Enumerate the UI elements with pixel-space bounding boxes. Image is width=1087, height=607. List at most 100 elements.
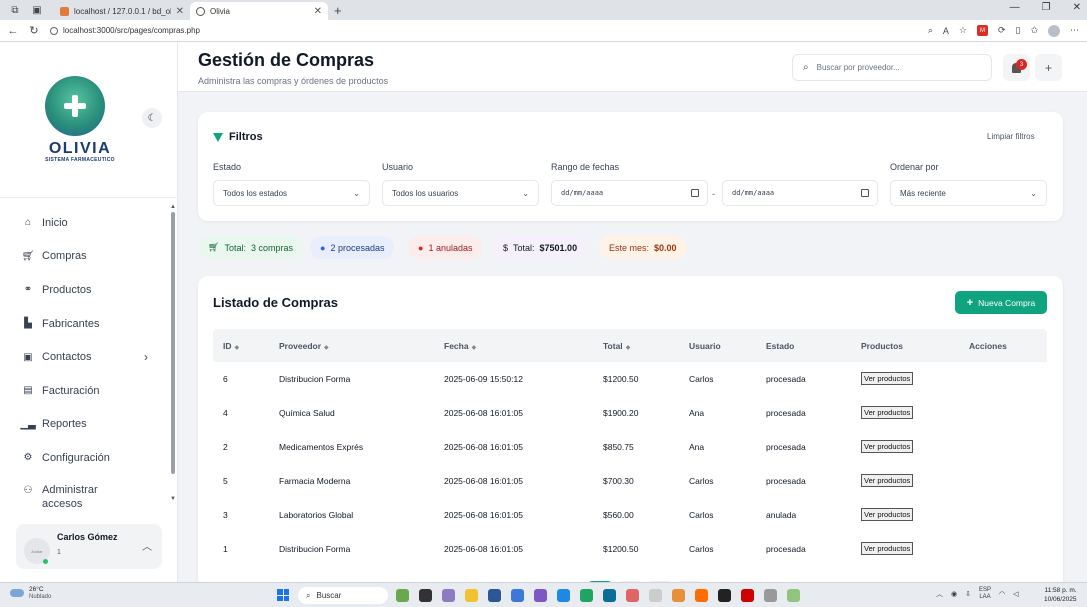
- search-input[interactable]: [816, 63, 977, 72]
- taskbar-search[interactable]: ⌕ Buscar: [298, 587, 388, 604]
- close-tab-icon[interactable]: ✕: [176, 6, 184, 17]
- task-view-icon[interactable]: [419, 589, 432, 602]
- col-total[interactable]: Total ◆: [603, 341, 630, 351]
- sidebar-item-productos[interactable]: ⚭ Productos: [0, 273, 170, 307]
- ver-productos-button[interactable]: Ver productos: [861, 406, 914, 419]
- scrollbar-thumb[interactable]: [171, 212, 175, 474]
- download-icon[interactable]: ⇩: [965, 590, 971, 598]
- cell-estado: procesada: [766, 442, 806, 452]
- sidebar-scrollbar[interactable]: ▲ ▼: [170, 204, 176, 504]
- workspaces-icon[interactable]: ⧉: [8, 3, 22, 17]
- scroll-up-icon[interactable]: ▲: [170, 204, 176, 210]
- new-purchase-button[interactable]: + Nueva Compra: [955, 291, 1047, 314]
- scroll-down-icon[interactable]: ▼: [170, 496, 176, 502]
- address-book-icon: ▣: [23, 351, 33, 363]
- calendar-icon[interactable]: [861, 189, 869, 197]
- sidebar-item-facturacion[interactable]: ▤ Facturación: [0, 374, 170, 408]
- col-fecha[interactable]: Fecha ◆: [444, 341, 476, 351]
- dark-mode-toggle[interactable]: ☾: [142, 108, 162, 128]
- online-status-icon: [43, 559, 48, 564]
- usuario-select[interactable]: Todos los usuarios ⌄: [382, 180, 539, 206]
- notifications-button[interactable]: 3: [1003, 54, 1030, 81]
- wifi-icon[interactable]: ◠: [999, 590, 1005, 598]
- sidebar-item-fabricantes[interactable]: ▙ Fabricantes: [0, 307, 170, 341]
- tab-olivia[interactable]: Olivia ✕: [190, 2, 328, 20]
- read-aloud-icon[interactable]: A: [943, 26, 949, 36]
- clear-filters-button[interactable]: Limpiar filtros: [987, 132, 1035, 141]
- sidebar-item-administrar-accesos[interactable]: ⚇ Administrar accesos: [0, 475, 170, 510]
- ver-productos-button[interactable]: Ver productos: [861, 440, 914, 453]
- language-indicator[interactable]: ESP LAA: [979, 587, 991, 601]
- network-icon[interactable]: ◉: [951, 590, 957, 598]
- fecha-hasta-input[interactable]: dd/mm/aaaa: [722, 180, 878, 206]
- app-icon[interactable]: [672, 589, 685, 602]
- edge-icon[interactable]: [603, 589, 616, 602]
- app-icon[interactable]: [764, 589, 777, 602]
- app-icon[interactable]: [649, 589, 662, 602]
- ver-productos-button[interactable]: Ver productos: [861, 372, 914, 385]
- file-explorer-icon[interactable]: [465, 589, 478, 602]
- sidebar-item-configuracion[interactable]: ⚙ Configuración: [0, 441, 170, 475]
- add-button[interactable]: +: [1035, 54, 1062, 81]
- cart-icon: 🛒︎: [208, 242, 220, 252]
- stat-value: 2 procesadas: [330, 242, 385, 253]
- calendar-icon[interactable]: [691, 189, 699, 197]
- estado-select[interactable]: Todos los estados ⌄: [213, 180, 370, 206]
- vscode-icon[interactable]: [557, 589, 570, 602]
- visual-studio-icon[interactable]: [534, 589, 547, 602]
- zoom-icon[interactable]: ⌕: [928, 25, 933, 36]
- user-profile-card[interactable]: Avatar Carlos Gómez 1 ︿: [16, 524, 162, 569]
- sidebar-item-compras[interactable]: 🛒︎ Compras: [0, 240, 170, 274]
- minimize-icon[interactable]: —: [1010, 2, 1020, 13]
- sidebar-item-reportes[interactable]: ▁▃ Reportes: [0, 408, 170, 442]
- app-icon[interactable]: [396, 589, 409, 602]
- windows-start-icon[interactable]: [277, 589, 289, 601]
- app-icon[interactable]: [741, 589, 754, 602]
- back-icon[interactable]: ←: [5, 25, 21, 37]
- close-tab-icon[interactable]: ✕: [314, 6, 322, 17]
- refresh-extension-icon[interactable]: ⟳: [998, 25, 1006, 36]
- maximize-icon[interactable]: ❐: [1042, 2, 1051, 13]
- address-bar: ← ↻ localhost:3000/src/pages/compras.php…: [0, 20, 1087, 42]
- chevron-up-icon[interactable]: ︿: [142, 538, 152, 553]
- favorite-star-icon[interactable]: ☆: [959, 25, 967, 36]
- gear-icon: ⚙: [23, 452, 33, 464]
- close-window-icon[interactable]: ✕: [1073, 2, 1081, 13]
- reload-icon[interactable]: ↻: [26, 24, 42, 37]
- weather-widget[interactable]: 26°C Nublado: [10, 586, 51, 600]
- sidebar-item-contactos[interactable]: ▣ Contactos ›: [0, 340, 170, 374]
- volume-icon[interactable]: ◁: [1013, 590, 1018, 598]
- app-icon[interactable]: [626, 589, 639, 602]
- app-icon[interactable]: [511, 589, 524, 602]
- more-icon[interactable]: ⋯: [1070, 25, 1079, 36]
- orden-select[interactable]: Más reciente ⌄: [890, 180, 1047, 206]
- chevron-up-icon[interactable]: ︿: [936, 589, 943, 599]
- clock-time: 11:58 p. m.: [1044, 587, 1077, 594]
- app-icon[interactable]: [442, 589, 455, 602]
- col-proveedor[interactable]: Proveedor ◆: [279, 341, 329, 351]
- sidebar-item-inicio[interactable]: ⌂ Inicio: [0, 206, 170, 240]
- fecha-desde-input[interactable]: dd/mm/aaaa: [551, 180, 708, 206]
- page-title: Gestión de Compras: [198, 50, 375, 70]
- ver-productos-button[interactable]: Ver productos: [861, 542, 914, 555]
- favorites-icon[interactable]: ✩: [1030, 25, 1038, 36]
- app-icon[interactable]: [718, 589, 731, 602]
- clock[interactable]: 11:58 p. m. 10/06/2025: [1044, 586, 1077, 604]
- new-tab-icon[interactable]: +: [334, 3, 342, 18]
- tab-phpmyadmin[interactable]: localhost / 127.0.0.1 / bd_olivia | phpM…: [54, 2, 190, 20]
- profile-icon[interactable]: [1048, 24, 1060, 37]
- col-id[interactable]: ID ◆: [223, 341, 239, 351]
- split-screen-icon[interactable]: ▯: [1016, 25, 1021, 36]
- extension-icon[interactable]: M: [976, 25, 988, 36]
- ver-productos-button[interactable]: Ver productos: [861, 508, 914, 521]
- url-field[interactable]: localhost:3000/src/pages/compras.php: [50, 26, 928, 35]
- app-icon[interactable]: [488, 589, 501, 602]
- app-icon[interactable]: [787, 589, 800, 602]
- tab-actions-icon[interactable]: ▣: [30, 3, 44, 17]
- chrome-icon[interactable]: [580, 589, 593, 602]
- sort-icon: ◆: [234, 345, 240, 351]
- ver-productos-button[interactable]: Ver productos: [861, 474, 914, 487]
- brave-icon[interactable]: [695, 589, 708, 602]
- site-info-icon[interactable]: [50, 26, 58, 35]
- search-box: ⌕: [792, 54, 992, 81]
